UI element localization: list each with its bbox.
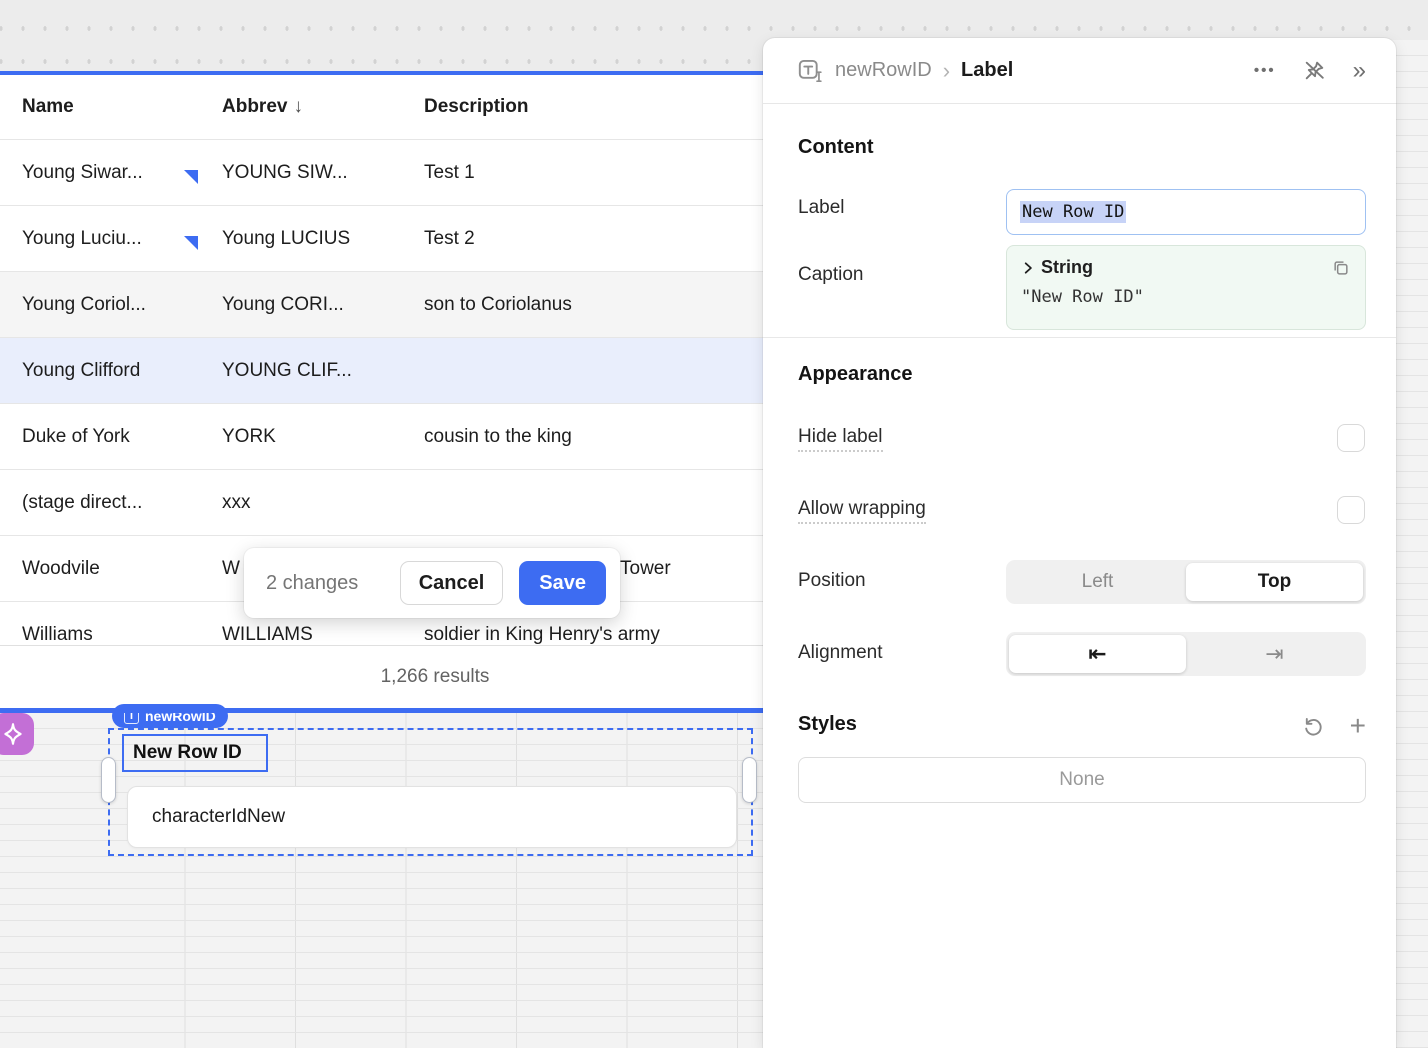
styles-none-box[interactable]: None: [798, 757, 1366, 803]
alignment-label: Alignment: [798, 642, 883, 664]
cancel-button[interactable]: Cancel: [400, 561, 504, 605]
inspector-panel: newRowID › Label ••• » Content Label New…: [763, 38, 1396, 1048]
table-row[interactable]: (stage direct... xxx: [0, 470, 870, 536]
unpin-icon[interactable]: [1302, 58, 1327, 83]
position-segmented-control: Left Top: [1006, 560, 1366, 604]
table-bottom-border: [0, 708, 870, 713]
sort-descending-icon: ↓: [293, 96, 303, 117]
column-header-abbrev[interactable]: Abbrev↓: [200, 96, 402, 118]
reset-styles-icon[interactable]: [1302, 714, 1326, 738]
table-row[interactable]: Duke of York YORK cousin to the king: [0, 404, 870, 470]
align-left-icon: ⇤: [1088, 642, 1106, 667]
component-label[interactable]: New Row ID: [122, 734, 268, 772]
copy-icon[interactable]: [1331, 258, 1351, 278]
allow-wrapping-label: Allow wrapping: [798, 498, 926, 520]
caption-code-editor[interactable]: String "New Row ID": [1006, 245, 1366, 330]
resize-handle-left[interactable]: [101, 757, 116, 803]
results-count: 1,266 results: [381, 666, 490, 688]
position-option-left[interactable]: Left: [1009, 563, 1186, 601]
hide-label-label: Hide label: [798, 426, 883, 448]
table-top-border: [0, 71, 870, 75]
resize-handle-right[interactable]: [742, 757, 757, 803]
ai-sparkle-icon[interactable]: [0, 713, 34, 755]
component-input-value: characterIdNew: [152, 806, 285, 828]
component-label-text: New Row ID: [133, 742, 242, 764]
changes-count: 2 changes: [266, 572, 384, 595]
breadcrumb-component-name[interactable]: newRowID: [835, 59, 932, 82]
table-row[interactable]: Young Luciu... Young LUCIUS Test 2: [0, 206, 870, 272]
component-text-input[interactable]: characterIdNew: [127, 786, 737, 848]
align-left-option[interactable]: ⇤: [1009, 635, 1186, 673]
table-row[interactable]: Young Coriol... Young CORI... son to Cor…: [0, 272, 870, 338]
chevron-right-icon[interactable]: [1021, 261, 1035, 275]
appearance-section-title: Appearance: [798, 363, 913, 386]
caption-field-label: Caption: [798, 264, 864, 286]
table-row[interactable]: Young Siwar... YOUNG SIW... Test 1: [0, 140, 870, 206]
section-divider: [763, 337, 1396, 338]
save-button[interactable]: Save: [519, 561, 606, 605]
add-style-icon[interactable]: +: [1350, 712, 1366, 740]
table-row-selected[interactable]: Young Clifford YOUNG CLIF...: [0, 338, 870, 404]
breadcrumb-selected-part: Label: [961, 59, 1013, 82]
more-options-icon[interactable]: •••: [1254, 62, 1276, 79]
position-label: Position: [798, 570, 866, 592]
align-right-option[interactable]: ⇥: [1186, 635, 1363, 673]
table-header-row: Name Abbrev↓ Description: [0, 75, 870, 140]
text-input-icon: [797, 57, 824, 84]
position-option-top[interactable]: Top: [1186, 563, 1363, 601]
selected-component-newRowID[interactable]: New Row ID characterIdNew: [108, 728, 753, 856]
inspector-header: newRowID › Label ••• »: [763, 38, 1396, 104]
edited-cell-icon: [184, 170, 198, 184]
align-right-icon: ⇥: [1265, 642, 1283, 667]
edited-cell-icon: [184, 236, 198, 250]
hide-label-checkbox[interactable]: [1337, 424, 1365, 452]
allow-wrapping-checkbox[interactable]: [1337, 496, 1365, 524]
collapse-panel-icon[interactable]: »: [1353, 59, 1366, 83]
table-footer: 1,266 results: [0, 645, 870, 708]
breadcrumb-separator-icon: ›: [943, 60, 950, 82]
caption-value: "New Row ID": [1021, 287, 1351, 307]
label-input[interactable]: New Row ID: [1006, 189, 1366, 235]
label-field-label: Label: [798, 197, 845, 219]
content-section-title: Content: [798, 136, 874, 159]
styles-section-title: Styles: [798, 713, 857, 736]
alignment-segmented-control: ⇤ ⇥: [1006, 632, 1366, 676]
label-input-selected-text: New Row ID: [1020, 201, 1126, 223]
unsaved-changes-toolbar: 2 changes Cancel Save: [244, 548, 620, 618]
column-header-name[interactable]: Name: [0, 96, 200, 118]
caption-type-label: String: [1041, 257, 1093, 278]
